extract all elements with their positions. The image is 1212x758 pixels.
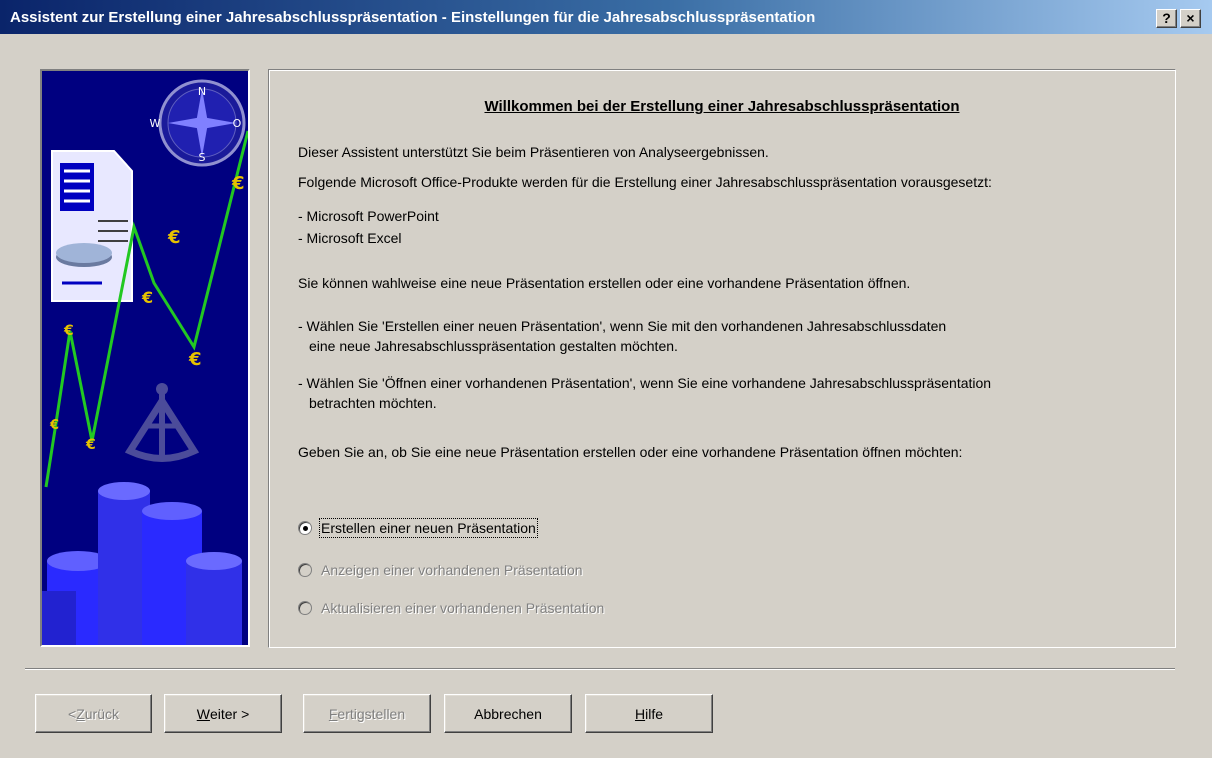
option-create-line2: eine neue Jahresabschlusspräsentation ge… xyxy=(309,338,678,354)
help-mnemonic: H xyxy=(634,705,646,722)
euro-7: € xyxy=(49,418,59,433)
finish-mnemonic: F xyxy=(328,705,338,722)
content-panel: Willkommen bei der Erstellung einer Jahr… xyxy=(268,69,1176,648)
euro-6: € xyxy=(85,437,96,453)
choice-text: Sie können wahlweise eine neue Präsentat… xyxy=(298,275,911,291)
window-title: Assistent zur Erstellung einer Jahresabs… xyxy=(10,8,816,26)
finish-rest: ertigstellen xyxy=(337,705,406,722)
coin-stacks-icon xyxy=(42,482,242,645)
help-rest: ilfe xyxy=(645,705,664,722)
close-title-button[interactable]: × xyxy=(1180,9,1201,28)
option-create-line1: - Wählen Sie 'Erstellen einer neuen Präs… xyxy=(298,318,947,334)
next-button[interactable]: Weiter > xyxy=(164,694,282,733)
radio-button-disabled[interactable] xyxy=(298,563,312,577)
page-heading: Willkommen bei der Erstellung einer Jahr… xyxy=(484,98,960,115)
euro-3: € xyxy=(141,288,153,307)
help-button[interactable]: Hilfe xyxy=(585,694,713,733)
compass-o: O xyxy=(233,117,242,130)
product-powerpoint: - Microsoft PowerPoint xyxy=(298,208,439,224)
wizard-banner-image: N W O S € € € € € € € xyxy=(40,69,250,647)
option-open-line1: - Wählen Sie 'Öffnen einer vorhandenen P… xyxy=(298,375,992,391)
radio-create-new[interactable]: Erstellen einer neuen Präsentation xyxy=(298,518,538,538)
radio-show-existing-label[interactable]: Anzeigen einer vorhandenen Präsentation xyxy=(321,562,583,578)
intro-text-1: Dieser Assistent unterstützt Sie beim Pr… xyxy=(298,144,769,160)
back-button[interactable]: < Zurück xyxy=(35,694,152,733)
compass-icon: N W O S xyxy=(150,79,246,167)
radio-show-existing[interactable]: Anzeigen einer vorhandenen Präsentation xyxy=(298,562,583,578)
prompt-text: Geben Sie an, ob Sie eine neue Präsentat… xyxy=(298,444,963,460)
euro-5: € xyxy=(63,323,74,339)
radio-button-checked[interactable] xyxy=(298,521,312,535)
compass-w: W xyxy=(150,117,161,130)
euro-1: € xyxy=(231,173,245,194)
back-mnemonic: Z xyxy=(76,705,85,722)
euro-4: € xyxy=(188,349,202,370)
finish-button[interactable]: Fertigstellen xyxy=(303,694,431,733)
banner-illustration: N W O S € € € € € € € xyxy=(42,79,248,645)
euro-2: € xyxy=(167,227,181,248)
product-excel: - Microsoft Excel xyxy=(298,230,402,246)
compass-s: S xyxy=(199,151,206,164)
sextant-icon xyxy=(124,383,200,462)
compass-n: N xyxy=(198,85,206,98)
title-bar: Assistent zur Erstellung einer Jahresabs… xyxy=(0,0,1212,34)
help-title-button[interactable]: ? xyxy=(1156,9,1177,28)
radio-button-disabled[interactable] xyxy=(298,601,312,615)
radio-create-new-label[interactable]: Erstellen einer neuen Präsentation xyxy=(319,518,538,538)
cancel-button[interactable]: Abbrechen xyxy=(444,694,572,733)
back-rest: urück xyxy=(84,705,119,722)
radio-update-existing[interactable]: Aktualisieren einer vorhandenen Präsenta… xyxy=(298,600,604,616)
next-mnemonic: W xyxy=(196,705,210,722)
separator-line xyxy=(25,668,1175,670)
radio-update-existing-label[interactable]: Aktualisieren einer vorhandenen Präsenta… xyxy=(321,600,604,616)
back-prefix: < xyxy=(68,705,77,722)
cancel-label: Abbrechen xyxy=(474,705,542,722)
option-open-line2: betrachten möchten. xyxy=(309,395,437,411)
intro-text-2: Folgende Microsoft Office-Produkte werde… xyxy=(298,174,992,190)
next-rest: eiter > xyxy=(209,705,250,722)
document-icon xyxy=(51,150,133,302)
